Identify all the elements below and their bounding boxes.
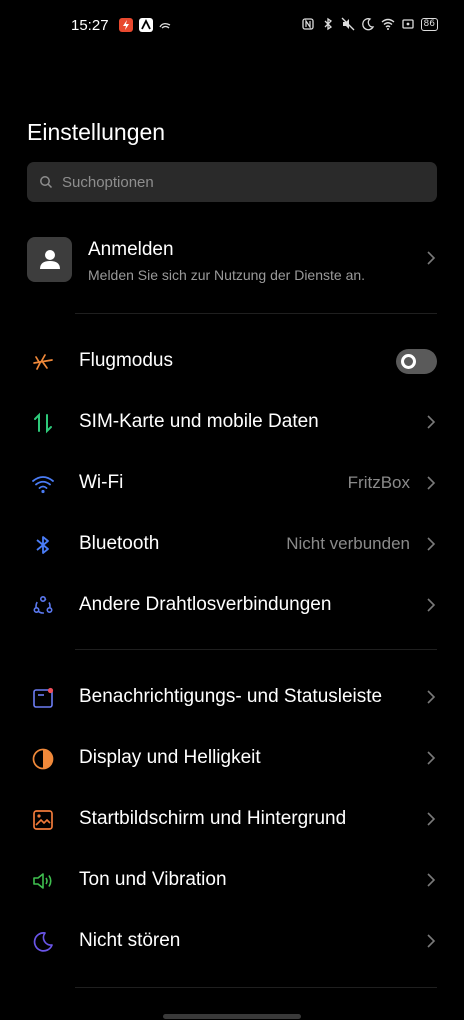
search-icon [40,176,53,189]
app-icon-red [119,18,133,32]
bluetooth-icon [324,17,332,31]
avatar [27,237,72,282]
moon-icon [361,18,374,31]
account-title: Anmelden [88,239,174,260]
settings-item-label: Ton und Vibration [79,869,227,890]
settings-item-home-screen[interactable]: Startbildschirm und Hintergrund [0,789,464,850]
settings-item-label: Benachrichtigungs- und Statusleiste [79,686,383,707]
page-title: Einstellungen [27,119,166,145]
wifi-icon [32,476,54,494]
wifi-network-value: FritzBox [347,473,410,492]
settings-item-display[interactable]: Display und Helligkeit [0,728,464,789]
bluetooth-status-value: Nicht verbunden [286,534,410,553]
app-icon-bird [158,18,172,32]
airplane-mode-toggle[interactable] [396,349,437,374]
notification-icon [33,687,54,708]
settings-item-label: Bluetooth [79,533,160,554]
divider [75,313,437,314]
wifi-icon [381,18,394,30]
bluetooth-icon [36,536,49,554]
account-subtitle: Melden Sie sich zur Nutzung der Dienste … [88,267,366,283]
chevron-right-icon [427,690,436,704]
settings-item-label: Display und Helligkeit [79,747,261,768]
cast-icon [401,19,414,29]
nfc-icon [301,18,314,30]
settings-item-label: Nicht stören [79,930,181,951]
mobile-data-icon [34,412,52,434]
do-not-disturb-icon [33,932,53,952]
settings-item-bluetooth[interactable]: Bluetooth Nicht verbunden [0,514,464,575]
account-signin-row[interactable]: Anmelden Melden Sie sich zur Nutzung der… [27,230,437,290]
battery-icon: 86 [420,17,438,31]
chevron-right-icon [427,598,436,612]
wallpaper-icon [33,810,53,830]
settings-item-wifi[interactable]: Wi-Fi FritzBox [0,453,464,514]
status-bar: 15:27 86 [0,0,464,52]
chevron-right-icon [427,873,436,887]
mute-icon [341,17,355,31]
connections-icon [33,595,53,614]
settings-item-notifications[interactable]: Benachrichtigungs- und Statusleiste [0,667,464,728]
divider [75,987,437,988]
sound-icon [33,873,52,889]
chevron-right-icon [427,251,436,265]
settings-item-do-not-disturb[interactable]: Nicht stören [0,911,464,972]
airplane-icon [33,354,53,370]
settings-item-label: Andere Drahtlosverbindungen [79,594,332,615]
home-indicator[interactable] [163,1014,301,1019]
search-placeholder: Suchoptionen [62,174,154,191]
app-icon-white [139,18,153,32]
settings-item-other-connections[interactable]: Andere Drahtlosverbindungen [0,575,464,636]
chevron-right-icon [427,476,436,490]
chevron-right-icon [427,812,436,826]
person-icon [40,250,60,269]
chevron-right-icon [427,934,436,948]
settings-item-label: Wi-Fi [79,472,124,493]
divider [75,649,437,650]
toggle-knob [401,354,416,369]
settings-item-sound[interactable]: Ton und Vibration [0,850,464,911]
chevron-right-icon [427,751,436,765]
search-input[interactable]: Suchoptionen [27,162,437,202]
brightness-icon [32,748,54,770]
chevron-right-icon [427,537,436,551]
settings-item-airplane-mode[interactable]: Flugmodus [0,331,464,392]
settings-item-sim-data[interactable]: SIM-Karte und mobile Daten [0,392,464,453]
status-time: 15:27 [71,17,109,34]
chevron-right-icon [427,415,436,429]
settings-item-label: SIM-Karte und mobile Daten [79,411,319,432]
settings-item-label: Flugmodus [79,350,173,371]
settings-item-label: Startbildschirm und Hintergrund [79,808,347,829]
